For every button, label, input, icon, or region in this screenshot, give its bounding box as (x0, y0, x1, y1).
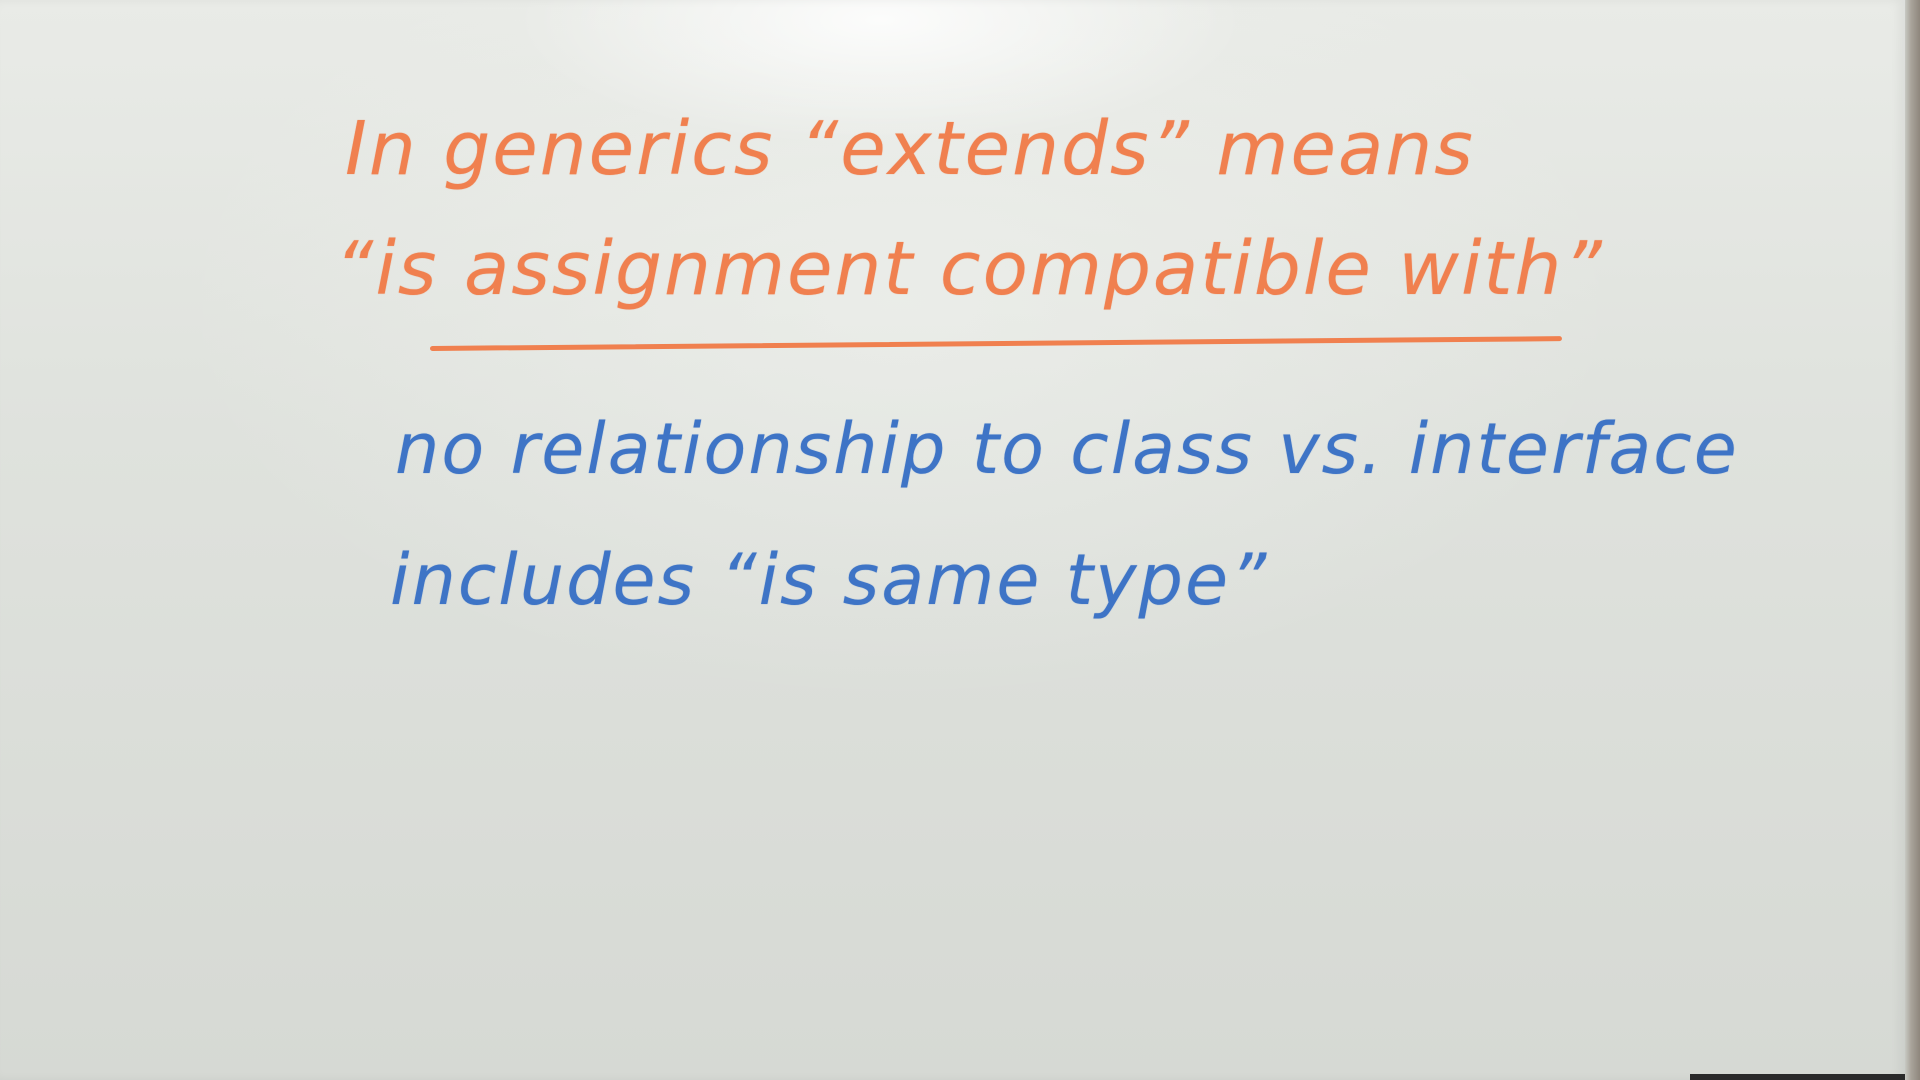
heading-line-2: “is assignment compatible with” (335, 226, 1604, 312)
heading-underline (429, 336, 1562, 351)
tray-shadow (1690, 1074, 1905, 1080)
whiteboard-frame-edge (1905, 0, 1920, 1080)
note-line-2: includes “is same type” (390, 539, 1269, 621)
note-line-1: no relationship to class vs. interface (395, 408, 1739, 490)
heading-line-1: In generics “extends” means (345, 106, 1475, 192)
whiteboard: In generics “extends” means “is assignme… (0, 0, 1905, 1080)
